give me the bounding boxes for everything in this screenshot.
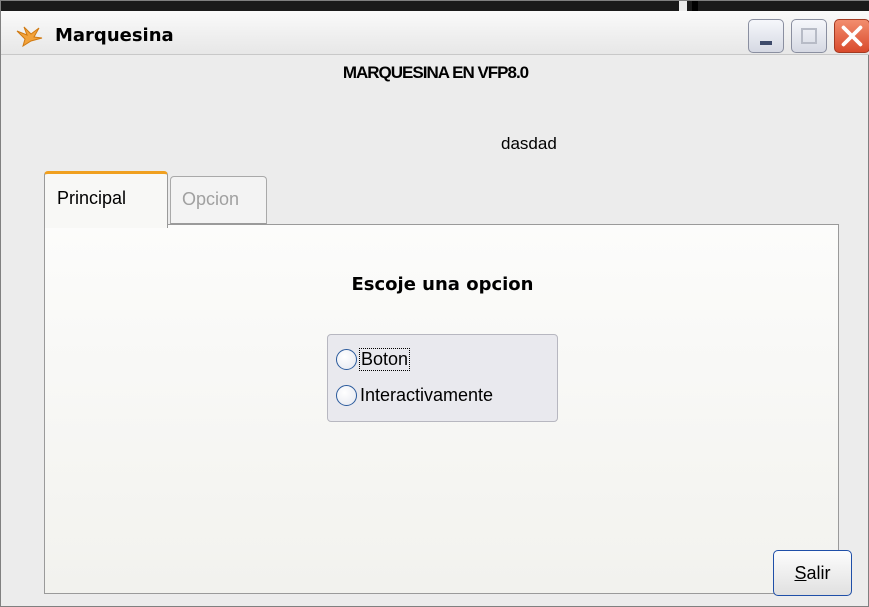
minimize-button[interactable] xyxy=(748,19,784,53)
radio-label[interactable]: Interactivamente xyxy=(360,385,493,406)
window-title: Marquesina xyxy=(55,25,174,46)
form-heading: MARQUESINA EN VFP8.0 xyxy=(342,63,529,82)
close-button[interactable] xyxy=(834,19,869,53)
maximize-icon xyxy=(801,28,817,44)
radio-circle-icon[interactable] xyxy=(336,348,357,370)
close-icon xyxy=(841,25,863,47)
radio-label[interactable]: Boton xyxy=(358,347,411,371)
radio-circle-icon[interactable] xyxy=(336,384,357,406)
radio-option-interactivamente[interactable]: Interactivamente xyxy=(336,381,493,409)
tab-opcion[interactable]: Opcion xyxy=(170,176,267,224)
app-flame-icon xyxy=(16,26,43,47)
top-strip-right xyxy=(687,1,869,11)
tab-principal-label: Principal xyxy=(57,188,127,208)
tab-principal[interactable]: Principal xyxy=(44,171,168,228)
maximize-button[interactable] xyxy=(791,19,827,53)
radio-option-boton[interactable]: Boton xyxy=(336,345,411,373)
exit-accelerator: S xyxy=(794,562,807,583)
top-strip-left xyxy=(1,1,679,11)
app-window: Marquesina MARQUESINA EN VFP8.0 dasdad P… xyxy=(0,0,869,607)
option-group: Boton Interactivamente xyxy=(327,334,558,422)
prompt-label: Escoje una opcion xyxy=(351,274,534,295)
tab-opcion-label: Opcion xyxy=(182,189,240,209)
exit-label-rest: alir xyxy=(806,562,831,583)
title-bar[interactable]: Marquesina xyxy=(1,11,869,55)
minimize-icon xyxy=(760,41,772,45)
tab-page-principal: Escoje una opcion Boton Interactivamente xyxy=(44,224,839,594)
exit-button[interactable]: Salir xyxy=(773,550,852,596)
marquee-text: dasdad xyxy=(501,134,557,153)
